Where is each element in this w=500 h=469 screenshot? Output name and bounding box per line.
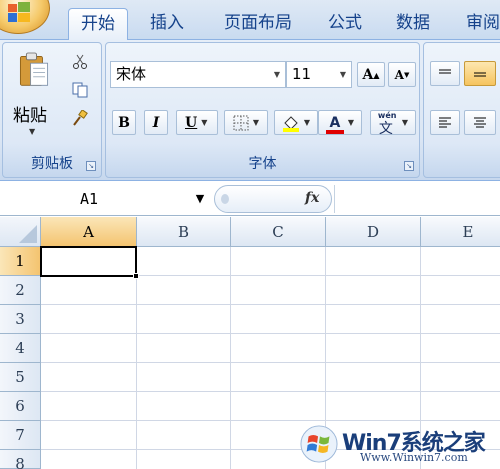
- windows-logo-icon: [300, 425, 338, 463]
- font-color-button[interactable]: A ▼: [318, 110, 362, 135]
- grid-line: [230, 247, 231, 469]
- alignment-group: [423, 42, 500, 178]
- shrink-font-icon: A: [394, 67, 404, 82]
- grow-up-icon: ▲: [373, 69, 380, 80]
- tab-page-layout[interactable]: 页面布局: [210, 8, 306, 40]
- copy-icon: [72, 82, 88, 98]
- paste-button[interactable]: 粘贴 ▼: [7, 49, 61, 149]
- name-box[interactable]: A1: [2, 187, 208, 211]
- align-left-icon: [439, 117, 451, 127]
- resize-handle-icon[interactable]: [221, 194, 229, 204]
- phonetic-button[interactable]: wén 文 ▼: [370, 110, 416, 137]
- name-box-dropdown-icon[interactable]: ▼: [192, 187, 208, 211]
- borders-button[interactable]: ▼: [224, 110, 268, 135]
- font-size-dropdown-icon[interactable]: ▼: [340, 62, 346, 87]
- clipboard-group: 粘贴 ▼ 剪贴板 ↘: [2, 42, 102, 178]
- clipboard-launcher-icon[interactable]: ↘: [86, 161, 96, 171]
- font-size-combo[interactable]: 11 ▼: [286, 61, 352, 88]
- italic-button[interactable]: I: [144, 110, 168, 135]
- borders-icon: [233, 115, 249, 130]
- grow-font-button[interactable]: A ▲: [357, 62, 385, 87]
- align-middle-icon: [474, 72, 486, 76]
- column-header-a[interactable]: A: [41, 217, 137, 247]
- grid-line: [41, 391, 500, 392]
- font-group-label: 字体: [248, 156, 277, 172]
- align-middle-button[interactable]: [464, 61, 496, 86]
- font-group: 宋体 ▼ 11 ▼ A ▲ A ▼ B I U ▼ ▼ ▼ A ▼ wén 文 …: [105, 42, 420, 178]
- insert-function-button[interactable]: fx: [305, 190, 319, 206]
- align-top-button[interactable]: [430, 61, 460, 86]
- font-color-dropdown-icon[interactable]: ▼: [348, 118, 354, 127]
- font-launcher-icon[interactable]: ↘: [404, 161, 414, 171]
- watermark: Win7系统之家 Www.Winwin7.com: [298, 423, 494, 467]
- grid-line: [41, 304, 500, 305]
- fill-handle[interactable]: [133, 273, 139, 279]
- row-header-1[interactable]: 1: [0, 247, 41, 276]
- fill-bucket-icon: [282, 115, 299, 132]
- column-header-e[interactable]: E: [421, 217, 500, 247]
- align-left-button[interactable]: [430, 110, 460, 135]
- paintbrush-icon: [73, 110, 88, 126]
- phonetic-char: 文: [378, 120, 393, 137]
- paste-dropdown-icon[interactable]: ▼: [29, 127, 35, 136]
- row-header-8[interactable]: 8: [0, 450, 41, 469]
- scissors-icon: [73, 54, 87, 69]
- active-cell-a1[interactable]: [40, 246, 137, 277]
- row-header-7[interactable]: 7: [0, 421, 41, 450]
- cut-button[interactable]: [69, 51, 91, 73]
- row-header-4[interactable]: 4: [0, 334, 41, 363]
- font-size-value: 11: [292, 65, 312, 83]
- font-color-icon: A: [329, 114, 341, 131]
- row-header-5[interactable]: 5: [0, 363, 41, 392]
- tab-home[interactable]: 开始: [68, 8, 128, 40]
- shrink-font-button[interactable]: A ▼: [388, 62, 416, 87]
- borders-dropdown-icon[interactable]: ▼: [253, 118, 259, 127]
- ribbon-tab-bar: 开始 插入 页面布局 公式 数据 审阅: [0, 0, 500, 40]
- formula-input[interactable]: [334, 185, 498, 213]
- grid-line: [136, 247, 137, 469]
- bold-button[interactable]: B: [112, 110, 136, 135]
- office-logo-icon: [8, 2, 30, 22]
- underline-label: U: [185, 114, 198, 131]
- tab-review[interactable]: 审阅: [456, 8, 500, 40]
- paste-icon: [19, 52, 49, 86]
- align-top-icon: [439, 69, 451, 73]
- row-header-2[interactable]: 2: [0, 276, 41, 305]
- row-header-3[interactable]: 3: [0, 305, 41, 334]
- column-header-c[interactable]: C: [231, 217, 326, 247]
- watermark-url: Www.Winwin7.com: [360, 451, 468, 464]
- copy-button[interactable]: [69, 79, 91, 101]
- align-center-button[interactable]: [464, 110, 496, 135]
- font-color-swatch: [325, 129, 344, 134]
- fill-color-dropdown-icon[interactable]: ▼: [304, 118, 310, 127]
- font-name-dropdown-icon[interactable]: ▼: [274, 62, 280, 87]
- tab-formulas[interactable]: 公式: [318, 8, 372, 40]
- ribbon: 粘贴 ▼ 剪贴板 ↘ 宋体 ▼ 11 ▼ A ▲ A ▼ B I U ▼ ▼ ▼…: [0, 40, 500, 181]
- column-header-d[interactable]: D: [326, 217, 421, 247]
- office-button[interactable]: [0, 0, 50, 34]
- font-name-value: 宋体: [116, 65, 147, 83]
- shrink-down-icon: ▼: [403, 70, 410, 79]
- tab-data[interactable]: 数据: [386, 8, 440, 40]
- grid-line: [41, 420, 500, 421]
- formula-bar: A1 ▼ fx: [0, 182, 500, 216]
- tab-insert[interactable]: 插入: [140, 8, 194, 40]
- align-center-icon: [474, 117, 486, 127]
- fill-color-button[interactable]: ▼: [274, 110, 318, 135]
- grid-line: [41, 333, 500, 334]
- grid-line: [41, 362, 500, 363]
- column-header-b[interactable]: B: [137, 217, 231, 247]
- underline-button[interactable]: U ▼: [176, 110, 218, 135]
- format-painter-button[interactable]: [69, 107, 91, 129]
- row-header-6[interactable]: 6: [0, 392, 41, 421]
- grow-font-icon: A: [362, 66, 374, 83]
- phonetic-dropdown-icon[interactable]: ▼: [402, 118, 408, 127]
- underline-dropdown-icon[interactable]: ▼: [201, 118, 207, 127]
- paste-label: 粘贴: [13, 106, 47, 126]
- select-all-button[interactable]: [0, 217, 41, 247]
- font-name-combo[interactable]: 宋体 ▼: [110, 61, 286, 88]
